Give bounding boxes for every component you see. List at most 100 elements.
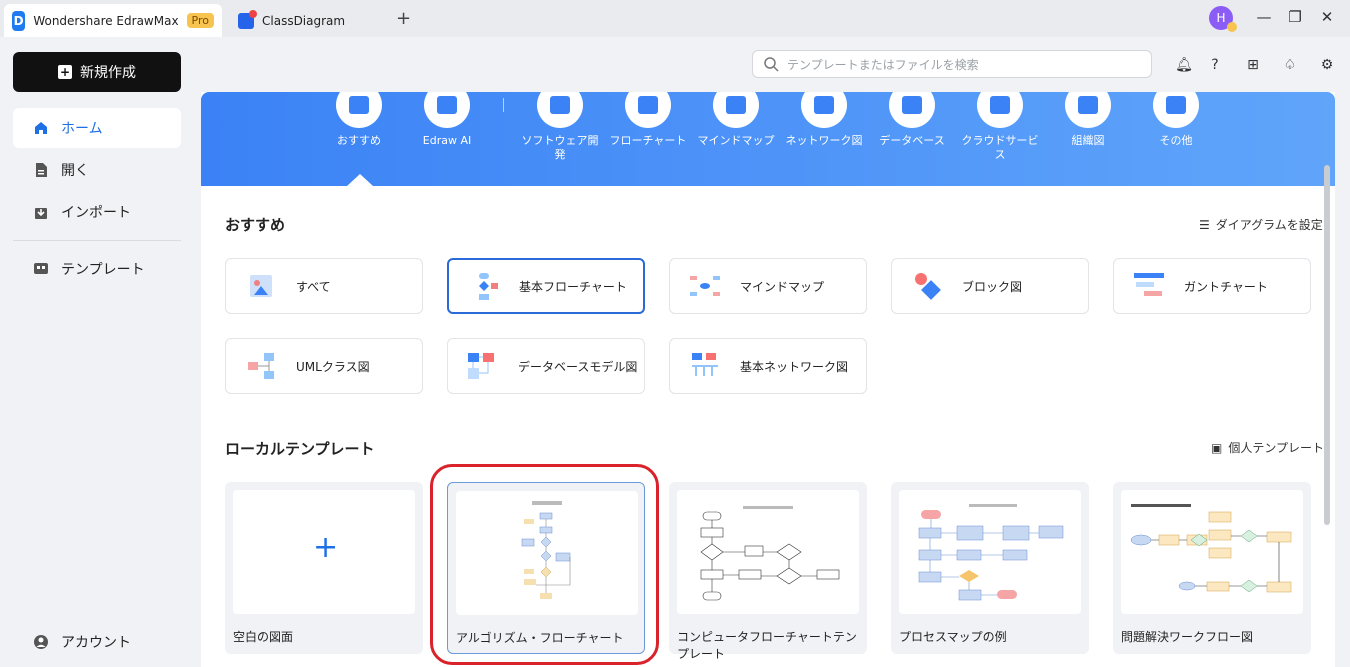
template-card-blank[interactable]: + 空白の図面 bbox=[225, 482, 423, 654]
software-icon bbox=[537, 92, 583, 128]
template-preview bbox=[899, 490, 1081, 614]
category-database[interactable]: データベース bbox=[870, 92, 954, 148]
home-icon bbox=[35, 122, 47, 134]
settings-sliders-icon: ☰ bbox=[1199, 217, 1210, 232]
org-chart-icon bbox=[1065, 92, 1111, 128]
template-label: プロセスマップの例 bbox=[899, 630, 1007, 644]
new-document-button[interactable]: + 新規作成 bbox=[13, 52, 181, 92]
template-label: 空白の図面 bbox=[233, 630, 294, 644]
settings-gear-icon[interactable]: ⚙ bbox=[1317, 55, 1337, 75]
network-icon bbox=[801, 92, 847, 128]
personal-template-icon: ▣ bbox=[1211, 440, 1223, 455]
personal-templates-link[interactable]: ▣ 個人テンプレート bbox=[1211, 439, 1324, 456]
template-label: コンピュータフローチャートテンプレート bbox=[677, 630, 857, 661]
category-software[interactable]: ソフトウェア開発 bbox=[518, 92, 602, 162]
sidebar-item-template[interactable]: テンプレート bbox=[13, 249, 181, 289]
sidebar-item-import[interactable]: インポート bbox=[13, 192, 181, 232]
category-label: Edraw AI bbox=[422, 134, 472, 147]
sidebar-item-open[interactable]: 開く bbox=[13, 150, 181, 190]
diagram-settings-link[interactable]: ☰ ダイアグラムを設定 bbox=[1199, 216, 1323, 233]
template-preview bbox=[1121, 490, 1303, 614]
add-plus-icon: + bbox=[313, 530, 339, 565]
document-icon bbox=[238, 9, 257, 29]
network-diagram-icon bbox=[692, 353, 718, 376]
theme-shirt-icon[interactable]: ♤ bbox=[1280, 55, 1300, 75]
sidebar-item-label: ホーム bbox=[61, 121, 103, 137]
diagram-settings-label: ダイアグラムを設定 bbox=[1215, 218, 1323, 232]
tab-edrawmax-home[interactable]: D Wondershare EdrawMax Pro bbox=[4, 4, 222, 37]
highlight-annotation-circle bbox=[430, 464, 659, 665]
app-tab-title: Wondershare EdrawMax bbox=[33, 13, 179, 28]
category-recommended[interactable]: おすすめ bbox=[317, 92, 401, 148]
template-label: 問題解決ワークフロー図 bbox=[1121, 630, 1254, 644]
main-content: おすすめ Edraw AI ソフトウェア開発 フローチャート マインドマップ ネ… bbox=[201, 92, 1335, 667]
ai-icon bbox=[424, 92, 470, 128]
sidebar-divider bbox=[13, 240, 181, 241]
flowchart-icon bbox=[625, 92, 671, 128]
grid-icon bbox=[1153, 92, 1199, 128]
category-other[interactable]: その他 bbox=[1134, 92, 1218, 148]
doc-tab-title: ClassDiagram bbox=[262, 13, 346, 28]
category-label: フローチャート bbox=[609, 134, 687, 147]
card-gantt-chart[interactable]: ガントチャート bbox=[1113, 258, 1311, 314]
title-bar: D Wondershare EdrawMax Pro ClassDiagram … bbox=[0, 0, 1350, 37]
sidebar-item-label: インポート bbox=[61, 205, 131, 221]
mindmap-icon bbox=[713, 92, 759, 128]
card-label: ブロック図 bbox=[962, 279, 1023, 294]
category-banner: おすすめ Edraw AI ソフトウェア開発 フローチャート マインドマップ ネ… bbox=[201, 92, 1335, 186]
template-icon bbox=[34, 263, 48, 274]
card-label: 基本ネットワーク図 bbox=[740, 359, 849, 374]
card-uml-class[interactable]: UMLクラス図 bbox=[225, 338, 423, 394]
account-label: アカウント bbox=[61, 635, 131, 651]
card-mindmap[interactable]: マインドマップ bbox=[669, 258, 867, 314]
notification-bell-icon[interactable]: 🔔︎ bbox=[1174, 55, 1194, 75]
search-input[interactable]: テンプレートまたはファイルを検索 bbox=[752, 50, 1152, 78]
mindmap-icon bbox=[690, 276, 720, 296]
scrollbar[interactable] bbox=[1324, 165, 1330, 525]
sidebar-item-label: 開く bbox=[61, 163, 89, 179]
new-tab-plus-icon[interactable]: + bbox=[396, 8, 411, 29]
import-icon bbox=[35, 208, 47, 219]
card-basic-network[interactable]: 基本ネットワーク図 bbox=[669, 338, 867, 394]
gantt-chart-icon bbox=[1134, 273, 1164, 296]
card-block-diagram[interactable]: ブロック図 bbox=[891, 258, 1089, 314]
section-title-local-templates: ローカルテンプレート bbox=[225, 440, 375, 458]
category-network[interactable]: ネットワーク図 bbox=[782, 92, 866, 148]
category-label: マインドマップ bbox=[697, 134, 775, 147]
sidebar-item-label: テンプレート bbox=[61, 262, 145, 278]
minimize-icon[interactable]: — bbox=[1254, 8, 1274, 26]
user-avatar[interactable]: H bbox=[1209, 6, 1237, 32]
close-icon[interactable]: ✕ bbox=[1317, 8, 1337, 26]
category-edraw-ai[interactable]: Edraw AI bbox=[405, 92, 489, 148]
new-button-label: 新規作成 bbox=[80, 65, 136, 81]
database-icon bbox=[889, 92, 935, 128]
category-org-chart[interactable]: 組織図 bbox=[1046, 92, 1130, 148]
process-map-thumbnail bbox=[918, 504, 1064, 601]
help-icon[interactable]: ? bbox=[1205, 55, 1225, 75]
sidebar-item-home[interactable]: ホーム bbox=[13, 108, 181, 148]
block-diagram-icon bbox=[915, 273, 941, 300]
category-cloud[interactable]: クラウドサービス bbox=[958, 92, 1042, 162]
sidebar-item-account[interactable]: アカウント bbox=[13, 622, 181, 662]
pro-badge: Pro bbox=[186, 13, 214, 28]
card-basic-flowchart[interactable]: 基本フローチャート bbox=[447, 258, 645, 314]
category-label: ネットワーク図 bbox=[785, 134, 863, 147]
search-icon bbox=[764, 57, 779, 72]
tab-classdiagram[interactable]: ClassDiagram bbox=[230, 4, 380, 37]
cloud-icon bbox=[977, 92, 1023, 128]
plus-icon: + bbox=[58, 65, 72, 79]
template-card-problem-solving-workflow[interactable]: 問題解決ワークフロー図 bbox=[1113, 482, 1311, 654]
active-category-caret bbox=[347, 174, 373, 186]
apps-grid-icon[interactable]: ⊞ bbox=[1243, 55, 1263, 75]
account-icon bbox=[34, 635, 48, 649]
restore-icon[interactable]: ❐ bbox=[1285, 8, 1305, 26]
template-card-process-map[interactable]: プロセスマップの例 bbox=[891, 482, 1089, 654]
template-card-computer-flowchart[interactable]: コンピュータフローチャートテンプレート bbox=[669, 482, 867, 661]
workflow-thumbnail bbox=[1130, 504, 1292, 593]
category-label: 組織図 bbox=[1071, 134, 1105, 147]
card-database-model[interactable]: データベースモデル図 bbox=[447, 338, 645, 394]
category-label: データベース bbox=[879, 134, 945, 147]
category-flowchart[interactable]: フローチャート bbox=[606, 92, 690, 148]
card-all[interactable]: すべて bbox=[225, 258, 423, 314]
category-mindmap[interactable]: マインドマップ bbox=[694, 92, 778, 148]
